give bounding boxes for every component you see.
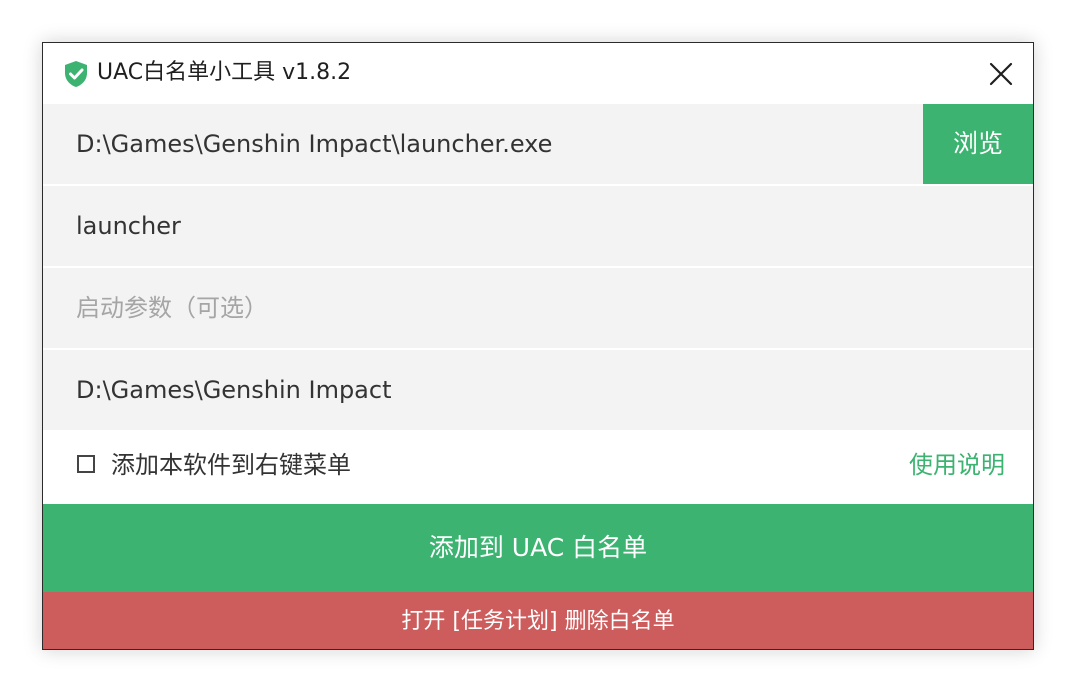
launch-args-placeholder[interactable]: 启动参数（可选） xyxy=(76,268,268,348)
help-link[interactable]: 使用说明 xyxy=(909,450,1005,480)
window-title: UAC白名单小工具 v1.8.2 xyxy=(97,60,352,85)
context-menu-checkbox[interactable] xyxy=(77,455,95,473)
options-row: 添加本软件到右键菜单 使用说明 xyxy=(43,431,1033,503)
app-window: UAC白名单小工具 v1.8.2 D:\Games\Genshin Impact… xyxy=(42,42,1034,650)
add-to-whitelist-button[interactable]: 添加到 UAC 白名单 xyxy=(43,504,1033,592)
shield-check-icon xyxy=(63,60,89,88)
close-icon[interactable] xyxy=(981,54,1021,94)
browse-button[interactable]: 浏览 xyxy=(923,104,1033,184)
working-dir-value[interactable]: D:\Games\Genshin Impact xyxy=(76,350,392,430)
title-bar[interactable]: UAC白名单小工具 v1.8.2 xyxy=(43,43,1033,104)
context-menu-label[interactable]: 添加本软件到右键菜单 xyxy=(111,450,351,480)
open-task-scheduler-button[interactable]: 打开 [任务计划] 删除白名单 xyxy=(43,592,1033,649)
program-path-value[interactable]: D:\Games\Genshin Impact\launcher.exe xyxy=(76,104,552,184)
working-dir-field[interactable]: D:\Games\Genshin Impact xyxy=(43,350,1033,430)
program-path-field[interactable]: D:\Games\Genshin Impact\launcher.exe 浏览 xyxy=(43,104,1033,184)
task-name-field[interactable]: launcher xyxy=(43,186,1033,266)
launch-args-field[interactable]: 启动参数（可选） xyxy=(43,268,1033,348)
task-name-value[interactable]: launcher xyxy=(76,186,181,266)
